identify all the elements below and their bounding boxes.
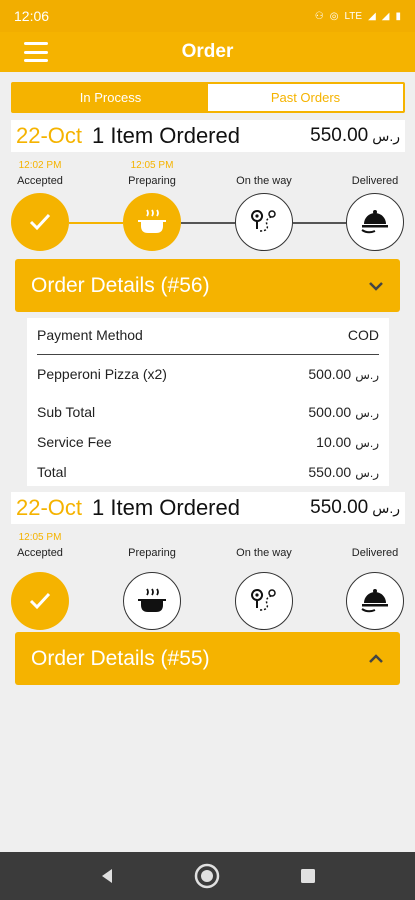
app-bar: Order xyxy=(0,32,415,72)
currency-label: ر.س xyxy=(355,466,379,480)
order-progress-steps: 12:05 PM Accepted Preparing On the way D… xyxy=(0,530,415,630)
lte-label: LTE xyxy=(344,10,363,22)
step-delivered xyxy=(346,572,404,630)
order-details-title: Order Details (#55) xyxy=(31,646,210,670)
route-map-icon xyxy=(251,210,276,232)
subtotal-amount-wrap: 500.00 ر.س xyxy=(308,404,379,420)
currency-label: ر.س xyxy=(355,436,379,450)
item-row: Pepperoni Pizza (x2) 500.00 ر.س xyxy=(37,366,379,382)
system-nav-bar xyxy=(0,852,415,900)
item-amount-wrap: 500.00 ر.س xyxy=(308,366,379,382)
subtotal-label: Sub Total xyxy=(37,404,96,420)
step-delivered xyxy=(346,193,404,251)
step-label-preparing: Preparing xyxy=(128,175,176,187)
service-fee-amount-wrap: 10.00 ر.س xyxy=(316,434,379,450)
status-time: 12:06 xyxy=(14,8,50,24)
order-price-value: 550.00 xyxy=(310,497,369,518)
order-price-value: 550.00 xyxy=(310,125,369,146)
status-icons: ⚇ ◎ LTE ◢ ◢ ▮ xyxy=(315,11,401,22)
chevron-down-icon xyxy=(369,281,383,291)
wifi-calling-icon: ⚇ xyxy=(314,10,324,22)
payment-method-row: Payment Method COD xyxy=(37,327,379,343)
chevron-up-icon xyxy=(369,653,383,663)
order-details-toggle[interactable]: Order Details (#56) xyxy=(15,259,400,312)
route-map-icon xyxy=(251,589,276,611)
step-preparing xyxy=(123,572,181,630)
check-icon xyxy=(29,213,51,231)
tab-past-orders[interactable]: Past Orders xyxy=(208,84,403,111)
status-bar: 12:06 ⚇ ◎ LTE ◢ ◢ ▮ xyxy=(0,0,415,32)
cooking-pot-icon xyxy=(138,588,166,612)
step-time: 12:05 PM xyxy=(130,160,174,171)
step-label-on-the-way: On the way xyxy=(236,175,292,187)
step-on-the-way xyxy=(235,572,293,630)
total-row: Total 550.00 ر.س xyxy=(37,464,379,480)
order-items-count: 1 Item Ordered xyxy=(92,495,240,520)
signal-icon: ◢ xyxy=(368,10,376,22)
signal-icon-2: ◢ xyxy=(381,10,390,22)
cooking-pot-icon xyxy=(138,209,166,233)
step-label-delivered: Delivered xyxy=(351,175,399,187)
battery-icon: ▮ xyxy=(395,10,401,22)
payment-method-label: Payment Method xyxy=(37,327,143,343)
step-time: 12:05 PM xyxy=(18,532,62,543)
step-connector xyxy=(69,222,123,224)
order-header: 22-Oct 1 Item Ordered 550.00 ر.س xyxy=(11,120,405,152)
serving-cloche-icon xyxy=(361,589,388,613)
home-icon[interactable] xyxy=(193,862,221,890)
payment-method-value: COD xyxy=(347,327,379,343)
serving-cloche-icon xyxy=(361,210,388,234)
service-fee-amount: 10.00 xyxy=(316,434,352,450)
currency-label: ر.س xyxy=(355,406,379,420)
order-price: 550.00 ر.س xyxy=(310,125,400,147)
step-on-the-way xyxy=(235,193,293,251)
order-details-title: Order Details (#56) xyxy=(31,273,210,297)
order-header: 22-Oct 1 Item Ordered 550.00 ر.س xyxy=(11,492,405,524)
step-label-preparing: Preparing xyxy=(128,547,176,559)
currency-label: ر.س xyxy=(355,368,379,382)
order-date: 22-Oct xyxy=(16,123,83,148)
page-title: Order xyxy=(181,41,234,62)
hotspot-icon: ◎ xyxy=(329,10,339,22)
check-icon xyxy=(29,592,51,610)
step-connector xyxy=(293,222,346,224)
currency-label: ر.س xyxy=(372,500,400,516)
total-amount-wrap: 550.00 ر.س xyxy=(308,464,379,480)
order-price: 550.00 ر.س xyxy=(310,497,400,519)
order-progress-steps: 12:02 PM 12:05 PM Accepted Preparing On … xyxy=(0,158,415,258)
step-label-delivered: Delivered xyxy=(351,547,399,559)
divider xyxy=(37,354,379,355)
back-icon[interactable] xyxy=(99,868,115,884)
subtotal-row: Sub Total 500.00 ر.س xyxy=(37,404,379,420)
total-amount: 550.00 xyxy=(308,464,352,480)
step-label-on-the-way: On the way xyxy=(236,547,292,559)
step-connector xyxy=(181,222,235,224)
currency-label: ر.س xyxy=(372,128,400,144)
order-details-card: Payment Method COD Pepperoni Pizza (x2) … xyxy=(27,318,389,486)
step-time: 12:02 PM xyxy=(18,160,62,171)
item-amount: 500.00 xyxy=(308,366,352,382)
service-fee-row: Service Fee 10.00 ر.س xyxy=(37,434,379,450)
hamburger-menu-icon[interactable] xyxy=(24,42,48,62)
step-preparing xyxy=(123,193,181,251)
step-label-accepted: Accepted xyxy=(17,547,63,559)
step-label-accepted: Accepted xyxy=(17,175,63,187)
order-items-count: 1 Item Ordered xyxy=(92,123,240,148)
subtotal-amount: 500.00 xyxy=(308,404,352,420)
order-date: 22-Oct xyxy=(16,495,83,520)
order-tabs: In Process Past Orders xyxy=(11,82,405,113)
tab-in-process[interactable]: In Process xyxy=(13,84,208,111)
recents-icon[interactable] xyxy=(300,868,316,884)
order-details-toggle[interactable]: Order Details (#55) xyxy=(15,632,400,685)
step-accepted xyxy=(11,193,69,251)
service-fee-label: Service Fee xyxy=(37,434,112,450)
item-name: Pepperoni Pizza (x2) xyxy=(37,366,167,382)
step-accepted xyxy=(11,572,69,630)
total-label: Total xyxy=(37,464,67,480)
